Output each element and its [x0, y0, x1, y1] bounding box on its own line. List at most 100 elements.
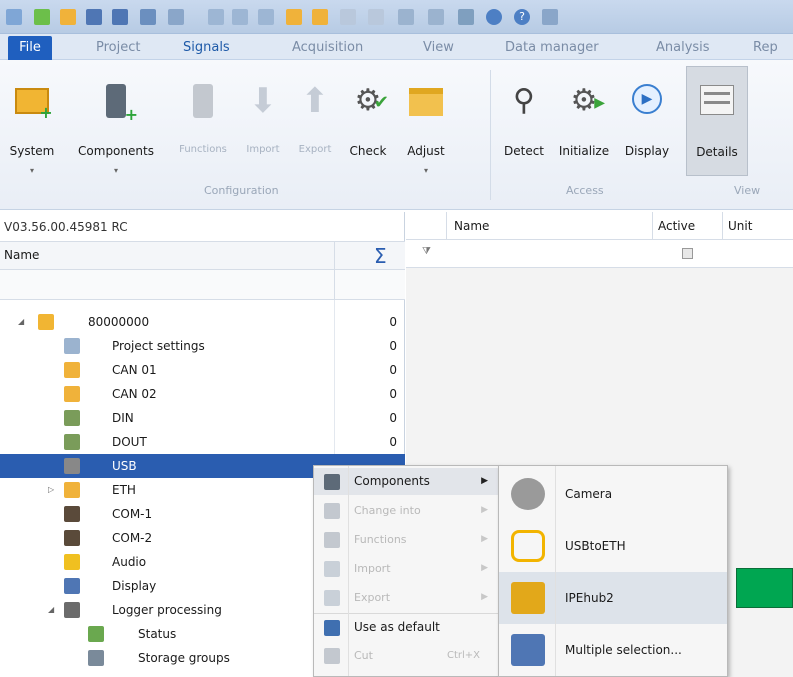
multiple-selection-icon	[511, 634, 545, 666]
tab-view[interactable]: View	[423, 38, 454, 58]
display-button[interactable]: ▶ Display	[620, 66, 674, 176]
change-into-icon	[324, 503, 340, 519]
tree-row[interactable]: Project settings 0	[0, 334, 405, 358]
submenu-item-multiple-selection-[interactable]: Multiple selection...	[499, 624, 727, 676]
context-menu-item-use-as-default[interactable]: Use as default	[314, 613, 498, 640]
tree-item-label: Display	[112, 579, 157, 593]
submenu-item-camera[interactable]: Camera	[499, 468, 727, 520]
column-header-unit[interactable]: Unit	[728, 219, 752, 233]
submenu-arrow-icon: ▶	[481, 476, 488, 486]
context-menu-item-components[interactable]: Components ▶	[314, 468, 498, 495]
open-icon[interactable]	[60, 9, 76, 25]
tree-item-label: 80000000	[88, 315, 150, 329]
ipehub-icon	[511, 582, 545, 614]
quick-access-toolbar: ?	[0, 0, 793, 34]
detect-button[interactable]: ⚲ Detect	[496, 66, 552, 176]
ribbon-tabs: File Project Signals Acquisition View Da…	[0, 34, 793, 60]
tree-row[interactable]: CAN 02 0	[0, 382, 405, 406]
filter-icon[interactable]: ⧩	[422, 246, 431, 257]
column-header-name[interactable]: Name	[454, 219, 489, 233]
redo-icon[interactable]	[428, 9, 444, 25]
context-menu-item-export: Export ▶	[314, 584, 498, 611]
tree-row[interactable]: DOUT 0	[0, 430, 405, 454]
usb-to-eth-icon	[511, 530, 545, 562]
tree-item-label: Logger processing	[112, 603, 222, 617]
active-filter-checkbox[interactable]	[682, 248, 693, 259]
tree-item-count: 0	[389, 339, 397, 353]
undo-icon[interactable]	[398, 9, 414, 25]
system-button[interactable]: + System ▾	[2, 66, 62, 176]
tree-item-label: DOUT	[112, 435, 147, 449]
adjust-button[interactable]: Adjust ▾	[398, 66, 454, 176]
help-icon[interactable]: ?	[514, 9, 530, 25]
export-button[interactable]: ⬆ Export	[290, 66, 340, 176]
insert-icon[interactable]	[286, 9, 302, 25]
tree-item-count: 0	[389, 435, 397, 449]
submenu-item-label: Camera	[565, 487, 613, 501]
context-menu-item-change-into: Change into ▶	[314, 497, 498, 524]
tree-row[interactable]: DIN 0	[0, 406, 405, 430]
ribbon: + System ▾ + Components ▾ Functions ⬇ Im…	[0, 60, 793, 210]
camera-icon	[511, 478, 545, 510]
settings-icon[interactable]	[458, 9, 474, 25]
tab-report[interactable]: Rep	[753, 38, 778, 58]
save-all-icon[interactable]	[140, 9, 156, 25]
expander-icon[interactable]: ◢	[18, 310, 24, 334]
tree-row[interactable]: ◢ 80000000 0	[0, 310, 405, 334]
menu-item-label: Change into	[354, 504, 421, 517]
export-icon	[324, 590, 340, 606]
menu-item-label: Components	[354, 474, 430, 488]
tree-item-icon	[88, 650, 104, 666]
paste-icon[interactable]	[232, 9, 248, 25]
print-icon[interactable]	[168, 9, 184, 25]
new-icon[interactable]	[34, 9, 50, 25]
tab-signals[interactable]: Signals	[183, 38, 230, 58]
expander-icon[interactable]: ▷	[48, 478, 54, 502]
sum-icon[interactable]: Σ	[374, 244, 387, 268]
tree-row[interactable]: CAN 01 0	[0, 358, 405, 382]
green-marker	[736, 568, 793, 608]
tab-data-manager[interactable]: Data manager	[505, 38, 599, 58]
tab-acquisition[interactable]: Acquisition	[292, 38, 363, 58]
cut-icon[interactable]	[340, 9, 356, 25]
expander-icon[interactable]: ◢	[48, 598, 54, 622]
details-icon	[700, 85, 734, 115]
details-button[interactable]: Details	[686, 66, 748, 176]
column-header-name[interactable]: Name	[4, 248, 39, 262]
submenu-arrow-icon: ▶	[481, 505, 488, 515]
tab-analysis[interactable]: Analysis	[656, 38, 710, 58]
save-as-icon[interactable]	[112, 9, 128, 25]
export-file-icon[interactable]	[312, 9, 328, 25]
help-about-icon[interactable]	[486, 9, 502, 25]
duplicate-icon[interactable]	[258, 9, 274, 25]
initialize-button[interactable]: ⚙ ▶ Initialize	[554, 66, 614, 176]
check-button[interactable]: ⚙ ✔ Check	[342, 66, 394, 176]
use-as-default-icon	[324, 620, 340, 636]
import-button[interactable]: ⬇ Import	[238, 66, 288, 176]
column-header-active[interactable]: Active	[658, 219, 695, 233]
tree-item-icon	[64, 602, 80, 618]
pin-icon[interactable]	[542, 9, 558, 25]
tree-item-label: Storage groups	[138, 651, 230, 665]
dropdown-arrow-icon: ▾	[423, 166, 428, 175]
filter-row[interactable]	[0, 270, 405, 300]
copy-icon[interactable]	[208, 9, 224, 25]
tree-item-icon	[64, 578, 80, 594]
components-button[interactable]: + Components ▾	[68, 66, 164, 176]
save-icon[interactable]	[86, 9, 102, 25]
tab-file[interactable]: File	[8, 36, 52, 60]
functions-button[interactable]: Functions	[172, 66, 234, 176]
app-menu-icon[interactable]	[6, 9, 22, 25]
submenu-arrow-icon: ▶	[481, 534, 488, 544]
tree-item-icon	[88, 626, 104, 642]
submenu-item-ipehub2[interactable]: IPEhub2	[499, 572, 727, 624]
tab-project[interactable]: Project	[96, 38, 140, 58]
tree-item-label: CAN 02	[112, 387, 157, 401]
dropdown-arrow-icon: ▾	[113, 166, 118, 175]
submenu-arrow-icon: ▶	[481, 592, 488, 602]
delete-icon[interactable]	[368, 9, 384, 25]
menu-item-label: Use as default	[354, 620, 440, 634]
submenu-item-usbtoeth[interactable]: USBtoETH	[499, 520, 727, 572]
grid-filter-row[interactable]: ⧩	[406, 240, 793, 268]
grid-header: Name Active Unit	[406, 212, 793, 268]
